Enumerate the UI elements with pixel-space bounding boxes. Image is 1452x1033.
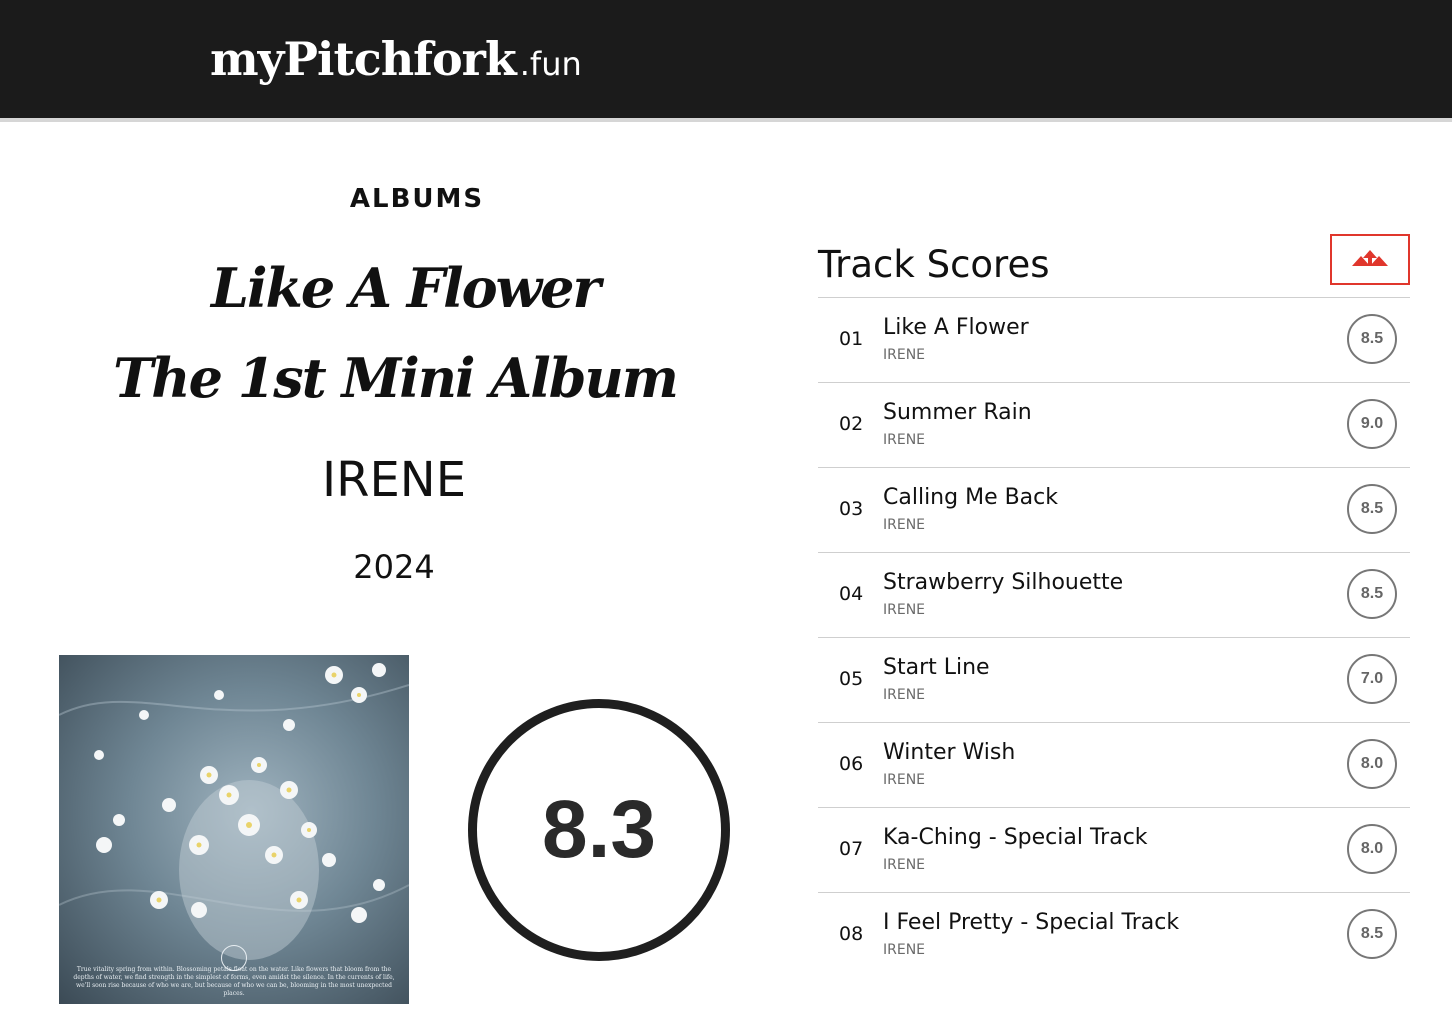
- header-divider: [0, 118, 1452, 122]
- track-row[interactable]: 07 Ka-Ching - Special Track IRENE 8.0: [818, 808, 1410, 893]
- track-number: 02: [839, 413, 864, 435]
- track-title[interactable]: Start Line: [883, 655, 990, 680]
- track-score-badge: 8.0: [1347, 824, 1397, 874]
- cover-caption: True vitality spring from within. Blosso…: [73, 966, 395, 997]
- album-title-line-2: The 1st Mini Album: [113, 346, 679, 410]
- track-score-badge: 7.0: [1347, 654, 1397, 704]
- logo-main-text: myPitchfork: [210, 32, 517, 86]
- track-row[interactable]: 06 Winter Wish IRENE 8.0: [818, 723, 1410, 808]
- track-number: 08: [839, 923, 864, 945]
- track-number: 07: [839, 838, 864, 860]
- track-artist: IRENE: [883, 857, 926, 873]
- site-header: myPitchfork .fun: [0, 0, 1452, 118]
- track-number: 06: [839, 753, 864, 775]
- album-year: 2024: [353, 548, 435, 586]
- track-row[interactable]: 02 Summer Rain IRENE 9.0: [818, 383, 1410, 468]
- track-artist: IRENE: [883, 602, 926, 618]
- track-artist: IRENE: [883, 942, 926, 958]
- track-row[interactable]: 08 I Feel Pretty - Special Track IRENE 8.5: [818, 893, 1410, 977]
- track-number: 04: [839, 583, 864, 605]
- track-number: 03: [839, 498, 864, 520]
- track-artist: IRENE: [883, 517, 926, 533]
- track-row[interactable]: 04 Strawberry Silhouette IRENE 8.5: [818, 553, 1410, 638]
- track-number: 05: [839, 668, 864, 690]
- track-title[interactable]: Strawberry Silhouette: [883, 570, 1123, 595]
- track-list: 01 Like A Flower IRENE 8.5 02 Summer Rain IREN…: [818, 298, 1410, 977]
- track-title[interactable]: Like A Flower: [883, 315, 1029, 340]
- track-row[interactable]: 03 Calling Me Back IRENE 8.5: [818, 468, 1410, 553]
- track-score-badge: 8.5: [1347, 909, 1397, 959]
- track-artist: IRENE: [883, 432, 926, 448]
- album-title-line-1: Like A Flower: [211, 256, 601, 320]
- site-logo[interactable]: myPitchfork .fun: [210, 32, 582, 86]
- album-score-ring: 8.3: [468, 699, 730, 961]
- track-title[interactable]: Summer Rain: [883, 400, 1032, 425]
- logo-domain-text: .fun: [519, 45, 582, 83]
- track-artist: IRENE: [883, 772, 926, 788]
- track-score-badge: 8.5: [1347, 314, 1397, 364]
- track-scores-heading: Track Scores: [818, 243, 1050, 286]
- track-title[interactable]: Calling Me Back: [883, 485, 1058, 510]
- track-score-badge: 8.5: [1347, 569, 1397, 619]
- album-score: 8.3: [542, 784, 656, 875]
- track-title[interactable]: Ka-Ching - Special Track: [883, 825, 1148, 850]
- album-artist[interactable]: IRENE: [0, 452, 788, 508]
- sort-arrows-icon: [1352, 250, 1388, 266]
- album-cover-image: True vitality spring from within. Blosso…: [59, 655, 409, 1004]
- track-score-badge: 8.0: [1347, 739, 1397, 789]
- track-artist: IRENE: [883, 347, 926, 363]
- track-title[interactable]: I Feel Pretty - Special Track: [883, 910, 1179, 935]
- track-row[interactable]: 05 Start Line IRENE 7.0: [818, 638, 1410, 723]
- section-kicker[interactable]: ALBUMS: [0, 184, 834, 214]
- track-title[interactable]: Winter Wish: [883, 740, 1015, 765]
- track-row[interactable]: 01 Like A Flower IRENE 8.5: [818, 298, 1410, 383]
- track-artist: IRENE: [883, 687, 926, 703]
- track-number: 01: [839, 328, 864, 350]
- track-score-badge: 9.0: [1347, 399, 1397, 449]
- track-score-badge: 8.5: [1347, 484, 1397, 534]
- sort-button[interactable]: [1330, 234, 1410, 285]
